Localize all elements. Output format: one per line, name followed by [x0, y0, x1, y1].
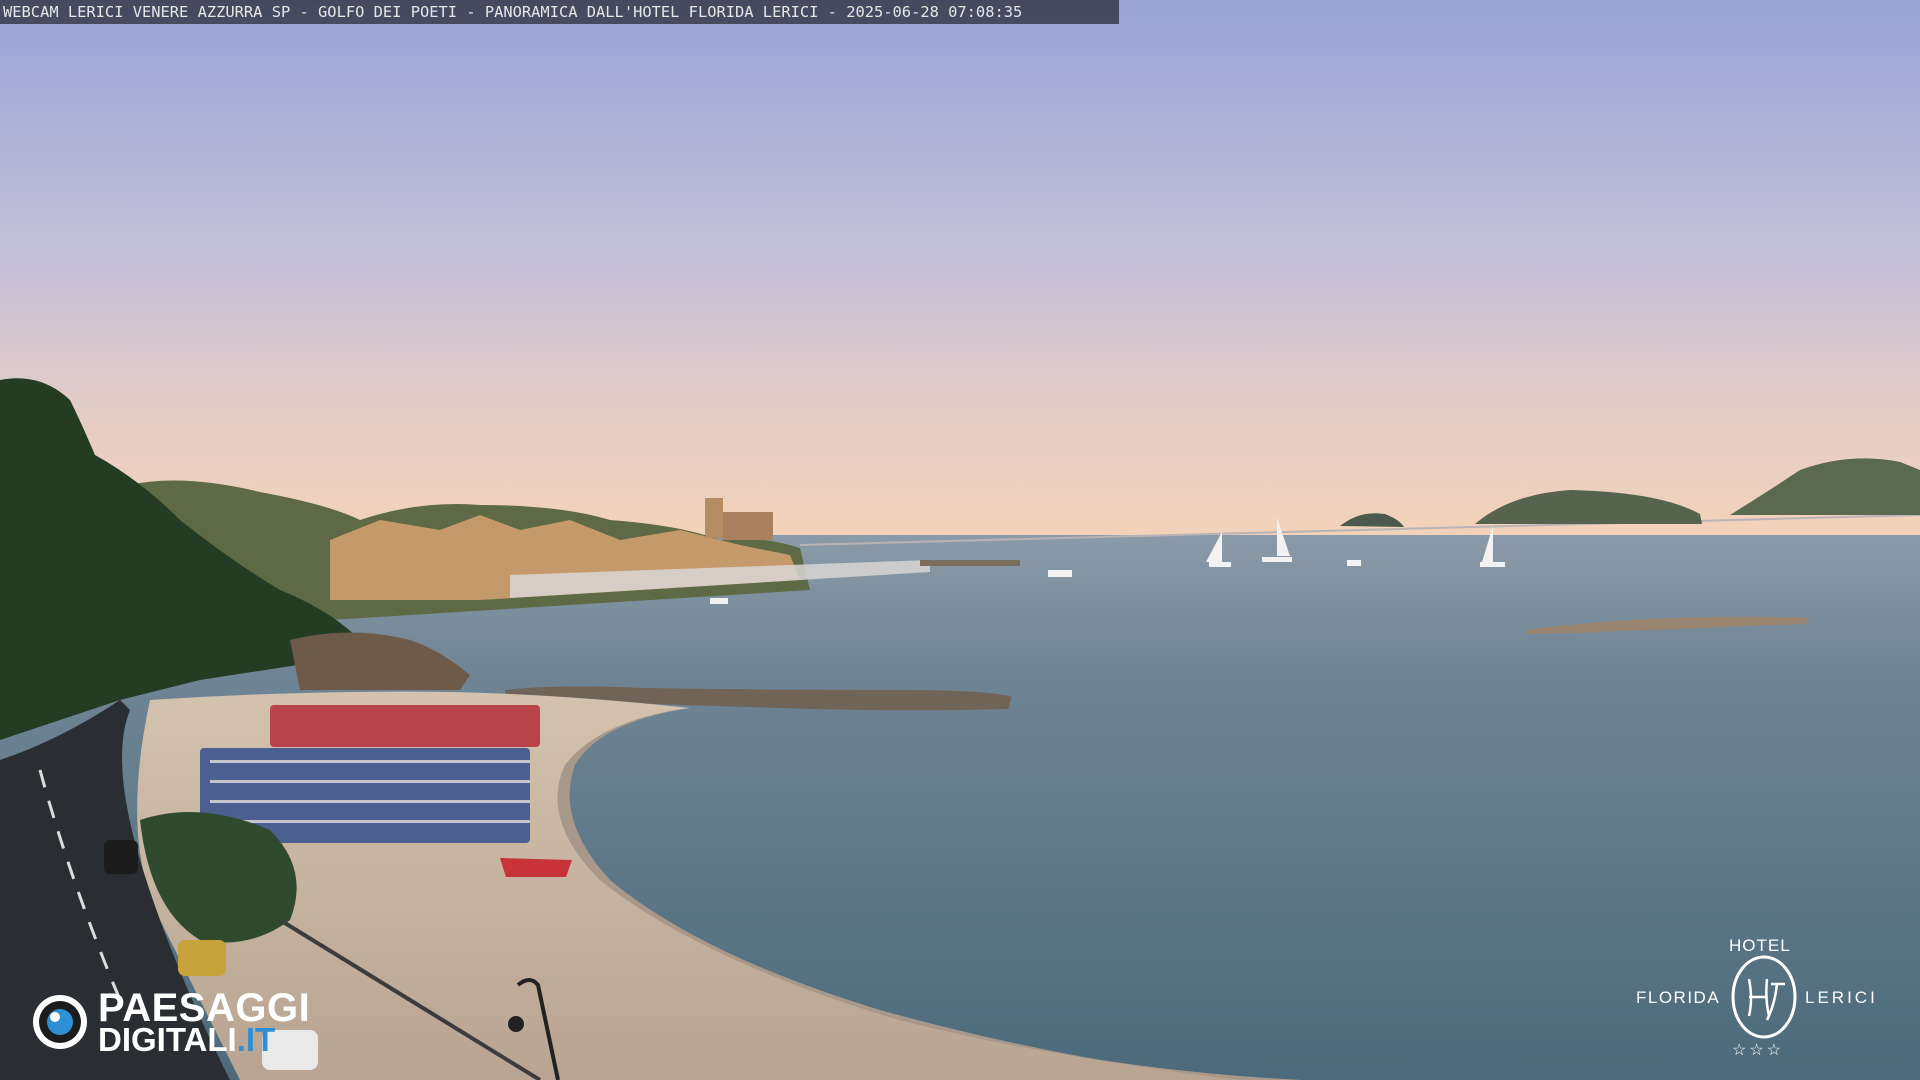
parked-car-dark [104, 840, 138, 874]
red-boat [500, 858, 572, 877]
paesaggi-digitali-logo: PAESAGGI DIGITALI.IT [30, 986, 340, 1060]
logo-text-digitali: DIGITALI.IT [98, 1021, 276, 1058]
castle-wall [723, 512, 773, 540]
umbrellas-red [270, 705, 540, 747]
hotel-name-florida: FLORIDA [1636, 988, 1721, 1007]
hotel-florida-logo: HOTEL FLORIDA LERICI ☆☆☆ [1630, 934, 1900, 1064]
eye-lens-icon [33, 995, 87, 1049]
hf-monogram-icon [1731, 955, 1797, 1039]
hotel-label: HOTEL [1729, 936, 1791, 955]
marina-breakwater [920, 560, 1020, 566]
parked-car-yellow [178, 940, 226, 976]
hotel-name-lerici: LERICI [1805, 988, 1878, 1007]
webcam-caption: WEBCAM LERICI VENERE AZZURRA SP - GOLFO … [0, 0, 1119, 24]
castle-lerici [705, 498, 723, 538]
webcam-scene [0, 0, 1920, 1080]
hotel-stars: ☆☆☆ [1732, 1042, 1785, 1059]
sky [0, 0, 1920, 545]
